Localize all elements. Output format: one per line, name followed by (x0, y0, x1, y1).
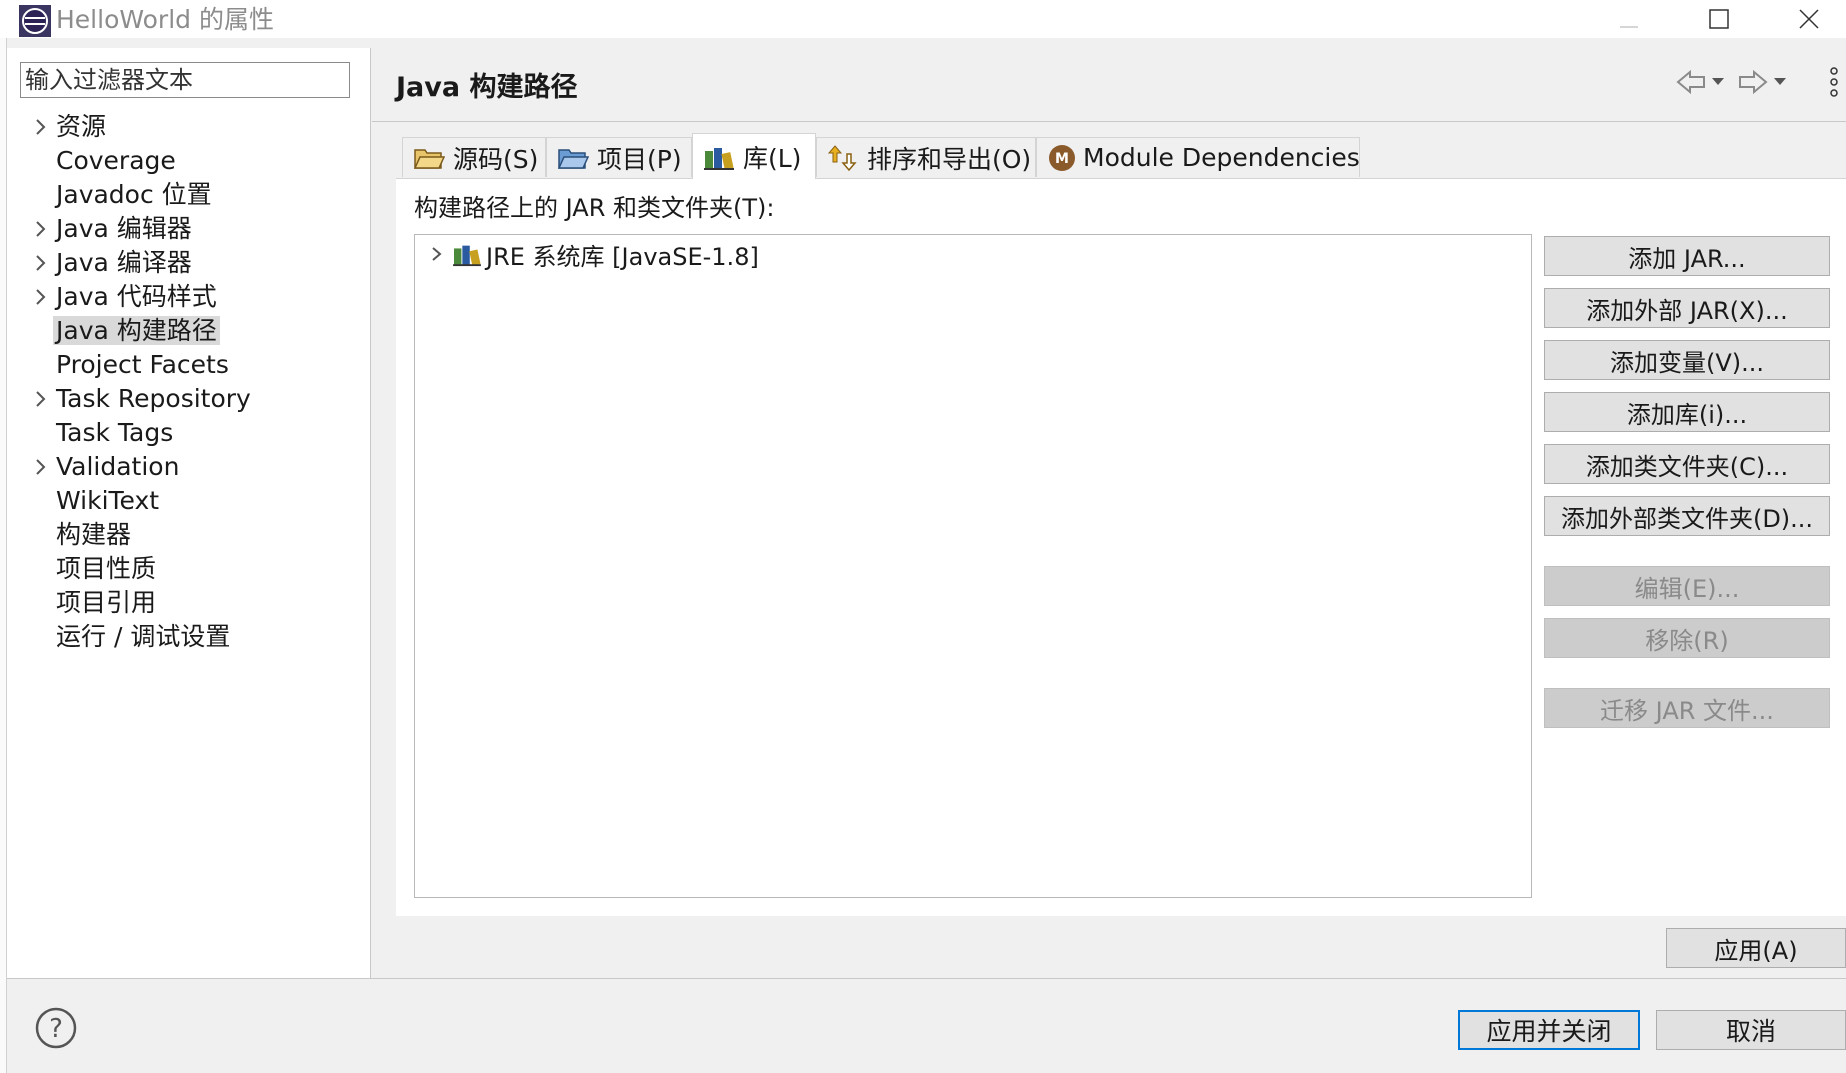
title-bar (0, 0, 1846, 38)
sidebar-item[interactable]: Java 编译器 (56, 246, 192, 280)
minimize-button[interactable] (1594, 0, 1664, 38)
forward-arrow-icon[interactable] (1739, 69, 1768, 95)
expand-chevron-icon[interactable] (34, 382, 48, 416)
expand-chevron-icon[interactable] (34, 450, 48, 484)
migrate-jar-button[interactable]: 迁移 JAR 文件... (1544, 688, 1830, 728)
add-external-jar-button[interactable]: 添加外部 JAR(X)... (1544, 288, 1830, 328)
sidebar-item[interactable]: Java 编辑器 (56, 212, 192, 246)
tab-projects[interactable]: 项目(P) (546, 137, 692, 177)
library-books-icon (703, 142, 737, 172)
sidebar-item-label: 运行 / 调试设置 (56, 622, 231, 651)
background-window-edge (0, 38, 7, 1073)
sidebar-item[interactable]: WikiText (56, 484, 159, 518)
expand-chevron-icon[interactable] (34, 280, 48, 314)
build-path-library-list[interactable] (414, 234, 1532, 898)
sidebar-item[interactable]: Task Repository (56, 382, 251, 416)
sidebar-item-label: Task Tags (56, 418, 174, 447)
sidebar-item[interactable]: Java 构建路径 (53, 314, 220, 348)
navigation-arrows (1670, 62, 1842, 102)
apply-button[interactable]: 应用(A) (1666, 928, 1846, 968)
sidebar-item-label: Validation (56, 452, 180, 481)
sidebar-item-label: Java 编辑器 (56, 214, 192, 243)
forward-menu-chevron-icon[interactable] (1774, 78, 1786, 85)
expand-chevron-icon[interactable] (34, 212, 48, 246)
eclipse-app-icon (18, 4, 52, 38)
expand-chevron-icon[interactable] (428, 245, 446, 263)
sidebar-item-label: 项目性质 (56, 554, 157, 583)
maximize-icon (1709, 9, 1729, 29)
add-external-class-folder-button[interactable]: 添加外部类文件夹(D)... (1544, 496, 1830, 536)
library-label: JRE 系统库 [JavaSE-1.8] (486, 242, 759, 271)
sidebar-item-label: Coverage (56, 146, 176, 175)
sidebar-item[interactable]: 项目性质 (56, 552, 156, 586)
back-arrow-icon[interactable] (1676, 69, 1705, 95)
tab-source[interactable]: 源码(S) (402, 137, 546, 177)
apply-and-close-button[interactable]: 应用并关闭 (1458, 1010, 1640, 1050)
sidebar-item-label: Task Repository (56, 384, 251, 413)
svg-text:M: M (1055, 151, 1069, 167)
sidebar-item[interactable]: 资源 (56, 110, 106, 144)
svg-text:?: ? (49, 1014, 63, 1044)
edit-button[interactable]: 编辑(E)... (1544, 566, 1830, 606)
sidebar-item-label: Java 构建路径 (53, 316, 220, 345)
tab-order-export[interactable]: 排序和导出(O) (816, 137, 1036, 177)
tab-module-dependencies[interactable]: M Module Dependencies (1036, 137, 1360, 177)
back-menu-chevron-icon[interactable] (1712, 78, 1724, 85)
module-icon: M (1047, 143, 1077, 173)
sidebar-item[interactable]: 构建器 (56, 518, 131, 552)
minimize-icon (1620, 26, 1638, 28)
expand-chevron-icon[interactable] (34, 246, 48, 280)
window-title: HelloWorld 的属性 (56, 5, 274, 34)
sidebar-item[interactable]: Java 代码样式 (56, 280, 217, 314)
add-class-folder-button[interactable]: 添加类文件夹(C)... (1544, 444, 1830, 484)
add-jar-button[interactable]: 添加 JAR... (1544, 236, 1830, 276)
sidebar-item-label: Javadoc 位置 (56, 180, 212, 209)
help-icon[interactable]: ? (34, 1006, 78, 1050)
sidebar-item-label: 构建器 (56, 520, 132, 549)
sidebar-item[interactable]: 运行 / 调试设置 (56, 620, 230, 654)
sidebar-item-label: 资源 (56, 112, 107, 141)
sidebar-item-label: Java 编译器 (56, 248, 192, 277)
add-library-button[interactable]: 添加库(i)... (1544, 392, 1830, 432)
header-separator (372, 121, 1846, 122)
sidebar-item[interactable]: Project Facets (56, 348, 229, 382)
remove-button[interactable]: 移除(R) (1544, 618, 1830, 658)
maximize-button[interactable] (1684, 0, 1754, 38)
build-path-list-label: 构建路径上的 JAR 和类文件夹(T): (414, 194, 775, 222)
sidebar-item[interactable]: 项目引用 (56, 586, 156, 620)
close-icon (1799, 9, 1819, 29)
sidebar-item[interactable]: Javadoc 位置 (56, 178, 212, 212)
library-books-icon (453, 245, 481, 267)
cancel-button[interactable]: 取消 (1656, 1010, 1846, 1050)
page-title: Java 构建路径 (396, 72, 578, 103)
close-button[interactable] (1774, 0, 1844, 38)
panel-divider[interactable] (370, 48, 371, 978)
footer-separator (7, 978, 1846, 979)
sidebar-item-label: Project Facets (56, 350, 229, 379)
filter-input[interactable] (20, 62, 350, 98)
sidebar-item[interactable]: Task Tags (56, 416, 173, 450)
sidebar-item-label: Java 代码样式 (56, 282, 217, 311)
add-variable-button[interactable]: 添加变量(V)... (1544, 340, 1830, 380)
sidebar-item[interactable]: Validation (56, 450, 179, 484)
sidebar-item[interactable]: Coverage (56, 144, 176, 178)
project-folder-icon (557, 143, 591, 173)
tab-libraries[interactable]: 库(L) (692, 133, 816, 179)
view-menu-icon[interactable] (1830, 67, 1838, 97)
order-export-icon (827, 143, 861, 173)
source-folder-icon (413, 143, 447, 173)
sidebar-item-label: 项目引用 (56, 588, 157, 617)
expand-chevron-icon[interactable] (34, 110, 48, 144)
library-list-item[interactable]: JRE 系统库 [JavaSE-1.8] (428, 236, 759, 272)
sidebar-item-label: WikiText (56, 486, 160, 515)
